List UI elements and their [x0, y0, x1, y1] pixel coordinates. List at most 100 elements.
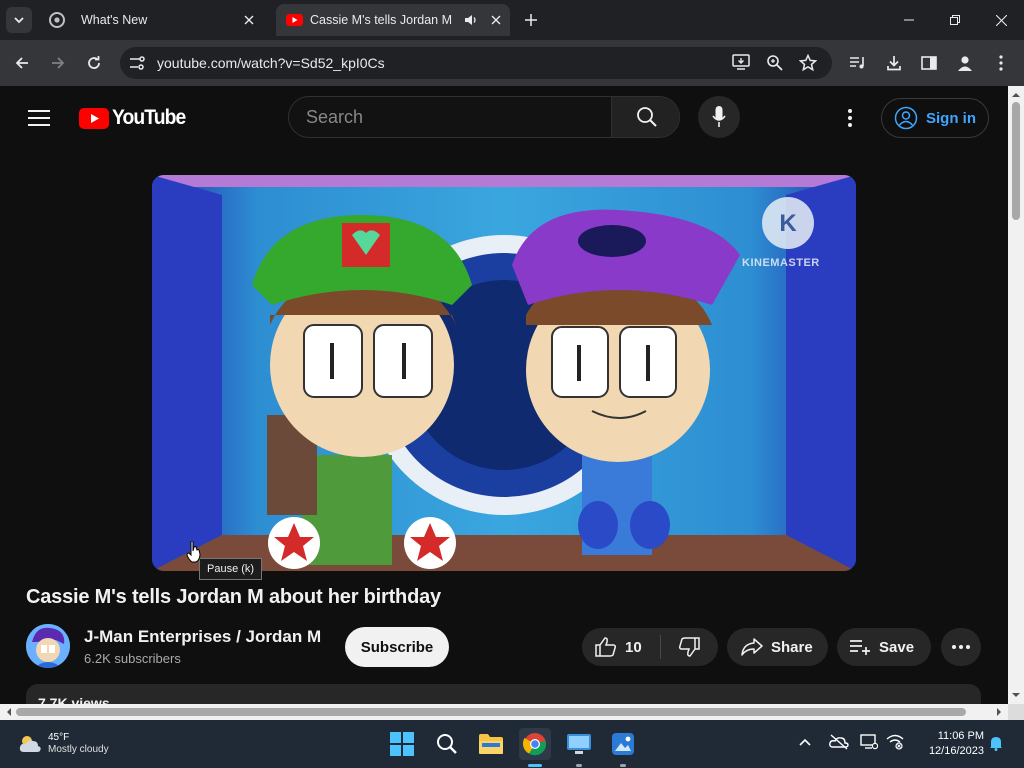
- arrow-left-icon: [15, 57, 28, 69]
- share-label: Share: [771, 638, 813, 656]
- sign-in-button[interactable]: Sign in: [881, 98, 989, 138]
- dislike-button[interactable]: [661, 628, 717, 666]
- forward-button[interactable]: [44, 49, 72, 77]
- new-tab-button[interactable]: [519, 8, 543, 32]
- settings-menu-icon[interactable]: [838, 106, 862, 130]
- horizontal-scroll-thumb[interactable]: [16, 708, 966, 716]
- close-window-button[interactable]: [978, 0, 1024, 40]
- taskbar: 45°F Mostly cloudy 11:06 PM 12/16/2023: [0, 720, 1024, 768]
- scroll-up-icon: [1012, 93, 1020, 97]
- search-input[interactable]: [289, 97, 611, 137]
- windows-icon: [390, 732, 414, 756]
- tab-youtube-video[interactable]: Cassie M's tells Jordan M abo: [276, 4, 510, 36]
- tab-whats-new[interactable]: What's New: [40, 4, 272, 36]
- bookmark-star-icon[interactable]: [799, 54, 817, 72]
- youtube-logo-icon: [79, 107, 109, 129]
- side-panel-icon[interactable]: [915, 49, 943, 77]
- site-info-icon[interactable]: [126, 52, 148, 74]
- subscriber-count: 6.2K subscribers: [84, 651, 181, 666]
- scrollbar-corner: [1008, 704, 1024, 720]
- scroll-left-icon: [7, 708, 11, 716]
- search-box: [288, 96, 680, 138]
- vertical-scrollbar[interactable]: [1008, 86, 1024, 704]
- restore-icon: [950, 15, 960, 25]
- network-disconnected-icon[interactable]: [886, 734, 904, 750]
- minimize-button[interactable]: [886, 0, 932, 40]
- channel-avatar[interactable]: [26, 624, 70, 668]
- reload-button[interactable]: [80, 49, 108, 77]
- speaker-icon[interactable]: [464, 14, 478, 26]
- back-button[interactable]: [8, 49, 36, 77]
- app-indicator: [576, 764, 582, 767]
- chrome-taskbar-button[interactable]: [519, 728, 551, 760]
- youtube-logo[interactable]: YouTube: [79, 106, 192, 130]
- save-button[interactable]: Save: [837, 628, 931, 666]
- voice-search-button[interactable]: [698, 96, 740, 138]
- app-button-photos[interactable]: [607, 728, 639, 760]
- clock-date: 12/16/2023: [928, 745, 984, 757]
- app-indicator: [620, 764, 626, 767]
- app-button-monitor[interactable]: [563, 728, 595, 760]
- start-button[interactable]: [386, 728, 418, 760]
- horizontal-scrollbar[interactable]: [0, 704, 1008, 720]
- video-title: Cassie M's tells Jordan M about her birt…: [26, 586, 441, 608]
- tab-search-button[interactable]: [6, 7, 32, 33]
- chrome-icon: [523, 733, 547, 756]
- video-watermark: KINEMASTER: [742, 257, 820, 269]
- restore-button[interactable]: [932, 0, 978, 40]
- search-button[interactable]: [611, 97, 679, 137]
- file-explorer-button[interactable]: [475, 728, 507, 760]
- chrome-icon: [49, 12, 65, 28]
- share-icon: [741, 638, 763, 656]
- address-bar[interactable]: youtube.com/watch?v=Sd52_kpI0Cs: [120, 47, 832, 79]
- more-actions-button[interactable]: [941, 628, 981, 666]
- close-icon[interactable]: [244, 15, 254, 25]
- account-icon: [894, 106, 918, 130]
- save-label: Save: [879, 638, 915, 656]
- description-box[interactable]: 7.7K views: [26, 684, 981, 704]
- channel-name[interactable]: J-Man Enterprises / Jordan M: [84, 627, 321, 647]
- display-icon[interactable]: [860, 734, 878, 750]
- like-button[interactable]: 10: [582, 628, 660, 666]
- zoom-icon[interactable]: [766, 54, 784, 72]
- weather-widget[interactable]: 45°F Mostly cloudy: [18, 728, 109, 760]
- video-player[interactable]: K KINEMASTER: [152, 175, 856, 571]
- install-app-icon[interactable]: [732, 54, 750, 70]
- tab-title: Cassie M's tells Jordan M abo: [310, 13, 456, 27]
- microphone-icon: [712, 106, 726, 127]
- share-button[interactable]: Share: [727, 628, 828, 666]
- download-icon[interactable]: [880, 49, 908, 77]
- desktop-app-icon: [567, 734, 591, 754]
- search-icon: [437, 734, 457, 754]
- notification-bell-icon[interactable]: [989, 735, 1003, 751]
- tray-overflow-icon[interactable]: [798, 737, 812, 747]
- reload-icon: [88, 56, 100, 69]
- scroll-right-icon: [997, 708, 1001, 716]
- clock[interactable]: 11:06 PM 12/16/2023: [916, 729, 984, 759]
- browser-menu-icon[interactable]: [987, 49, 1015, 77]
- folder-icon: [479, 734, 503, 754]
- like-count: 10: [625, 638, 642, 656]
- hamburger-menu-icon[interactable]: [26, 106, 52, 130]
- vertical-scroll-thumb[interactable]: [1012, 102, 1020, 220]
- profile-icon[interactable]: [951, 49, 979, 77]
- cloudy-icon: [19, 736, 41, 752]
- close-icon[interactable]: [491, 15, 501, 25]
- like-dislike-group: 10: [582, 628, 718, 666]
- mouse-cursor-icon: [186, 541, 202, 563]
- url-text[interactable]: youtube.com/watch?v=Sd52_kpI0Cs: [157, 55, 385, 71]
- media-control-icon[interactable]: [844, 49, 872, 77]
- onedrive-offline-icon[interactable]: [829, 734, 849, 750]
- youtube-logo-text: YouTube: [112, 106, 186, 129]
- subscribe-button[interactable]: Subscribe: [345, 627, 449, 667]
- more-horizontal-icon: [952, 645, 970, 649]
- minimize-icon: [904, 19, 914, 21]
- tooltip-text: Pause (k): [207, 563, 255, 575]
- search-icon: [636, 107, 657, 127]
- tab-title: What's New: [81, 13, 148, 27]
- clock-time: 11:06 PM: [937, 730, 984, 742]
- thumbs-down-icon: [678, 637, 700, 657]
- taskbar-search-button[interactable]: [431, 728, 463, 760]
- description-views: 7.7K views: [38, 695, 110, 704]
- scroll-down-icon: [1012, 693, 1020, 697]
